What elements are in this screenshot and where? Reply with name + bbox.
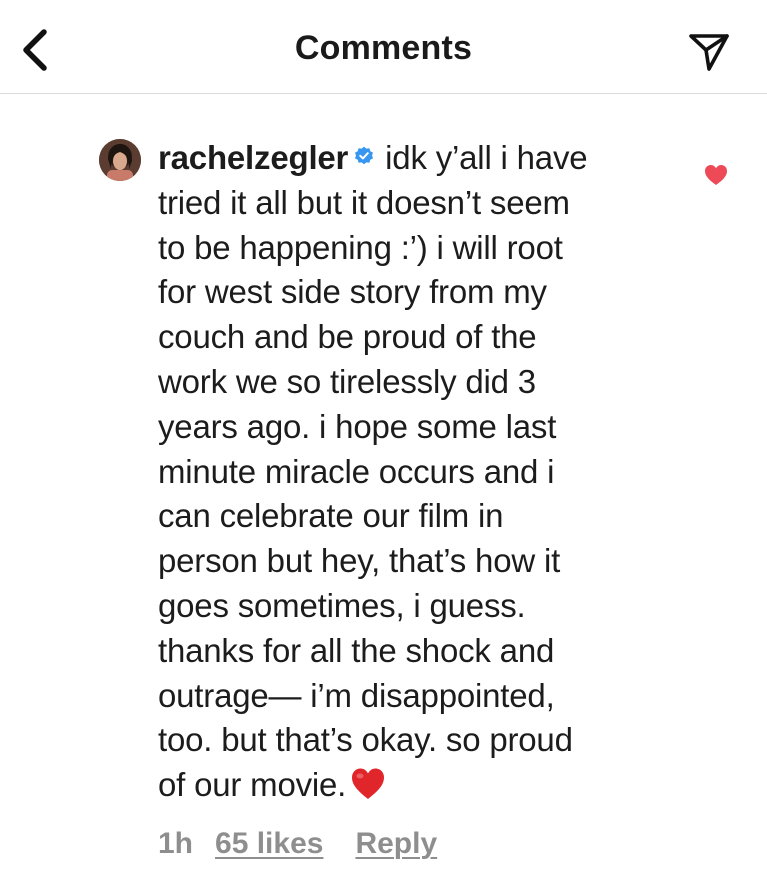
comment-line: to be happening :’) i will root [158,228,563,266]
comment-text: rachelzegler idk y’all i have tried it a… [158,136,678,808]
comment-line: idk y’all i have [385,139,588,176]
avatar-image [99,139,141,181]
red-heart-emoji-icon [350,766,386,802]
comment-line: person but hey, that’s how it [158,542,561,580]
filled-heart-icon [705,165,727,185]
comment-line: thanks for all the shock and [158,631,555,669]
comment-line: of our movie. [158,766,347,804]
comment-timestamp: 1h [158,827,194,860]
comment-line: minute miracle occurs and i [158,452,555,490]
verified-badge-icon [354,146,374,166]
comment-line: couch and be proud of the [158,318,537,356]
comment-line: outrage— i’m disappointed, [158,676,555,714]
like-heart-button[interactable] [704,164,728,186]
share-button[interactable] [686,28,732,74]
username[interactable]: rachelzegler [158,139,348,176]
page-title: Comments [294,29,473,67]
comment-line: goes sometimes, i guess. [158,586,526,624]
comment-line: tried it all but it doesn’t seem [158,183,570,221]
comment-item: rachelzegler idk y’all i have tried it a… [0,94,767,874]
header-bar: Comments [0,0,767,94]
comment-line: for west side story from my [158,273,547,311]
comment-line-last: of our movie. [158,763,678,808]
comment-line: years ago. i hope some last [158,407,557,445]
likes-count-link[interactable]: 65 likes [215,827,323,861]
comment-line: too. but that’s okay. so proud [158,721,573,759]
avatar[interactable] [99,139,141,181]
comment-line: work we so tirelessly did 3 [158,362,536,400]
reply-button[interactable]: Reply [355,827,437,861]
comment-line: can celebrate our film in [158,497,504,535]
comment-meta: 1h 65 likes Reply [158,827,437,861]
paper-plane-icon [689,34,729,71]
